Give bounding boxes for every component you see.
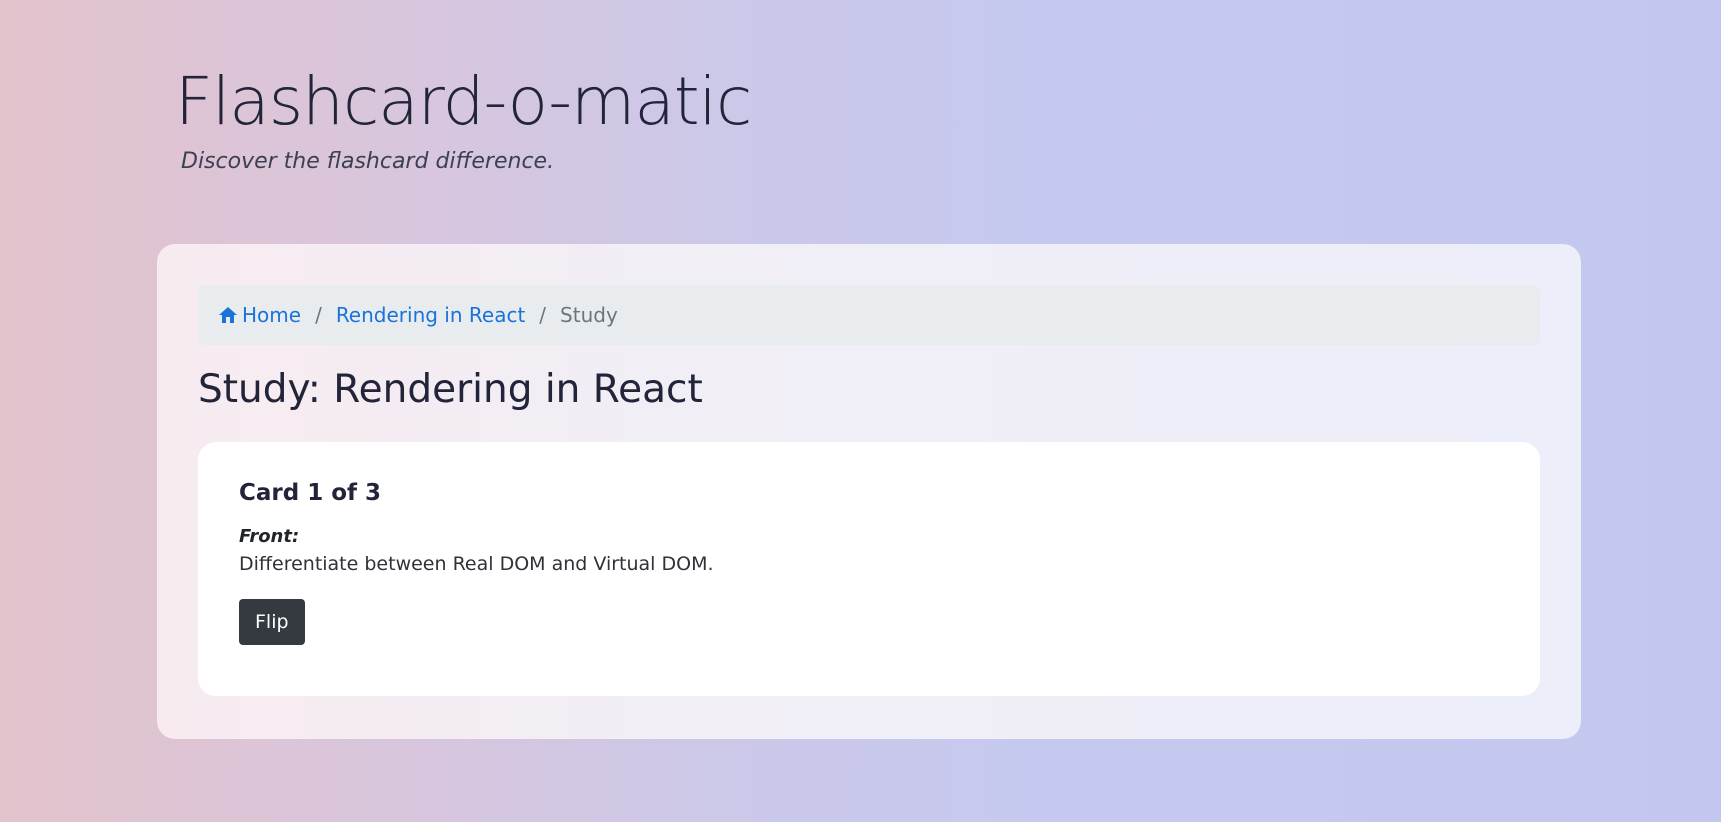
app-title: Flashcard-o-matic [175,63,752,140]
app-tagline: Discover the flashcard difference. [181,148,555,174]
breadcrumb-home-label: Home [242,303,302,327]
page-header: Flashcard-o-matic Discover the flashcard… [175,63,752,174]
study-card: Card 1 of 3 Front: Differentiate between… [198,441,1540,696]
front-label: Front: [239,525,300,547]
breadcrumb-home-link[interactable]: Home [218,303,301,327]
main-container: Home / Rendering in React / Study Study:… [157,244,1581,739]
breadcrumb-deck-link[interactable]: Rendering in React [336,303,525,327]
breadcrumb: Home / Rendering in React / Study [198,285,1540,345]
card-count: Card 1 of 3 [239,479,382,506]
flip-button[interactable]: Flip [239,598,305,645]
breadcrumb-separator: / [539,303,547,327]
page-title: Study: Rendering in React [198,367,703,412]
front-text: Differentiate between Real DOM and Virtu… [239,552,714,575]
breadcrumb-current: Study [560,303,618,327]
breadcrumb-separator: / [315,303,322,327]
home-icon [218,305,238,325]
